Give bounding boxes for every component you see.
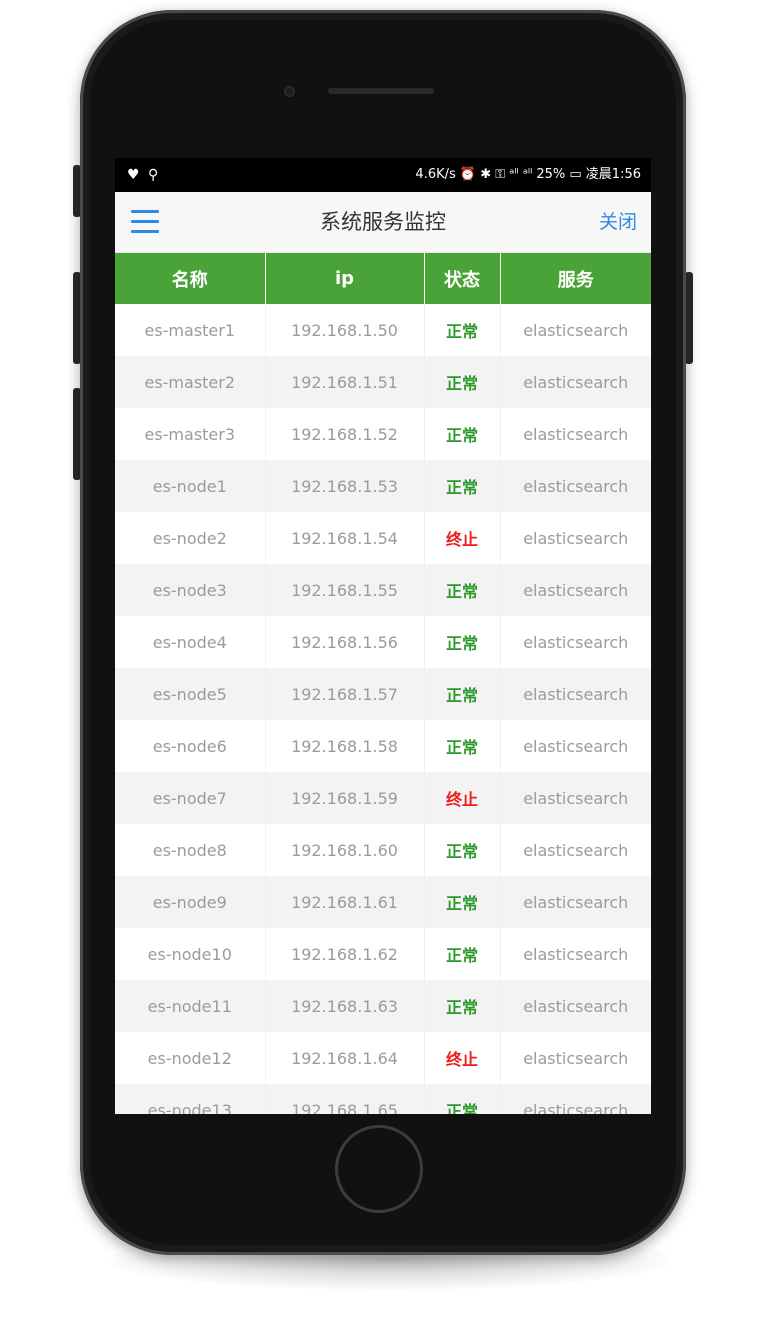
- cell-ip: 192.168.1.64: [265, 1032, 425, 1084]
- cell-ip: 192.168.1.54: [265, 512, 425, 564]
- table-row[interactable]: es-master1 192.168.1.50 正常 elasticsearch: [115, 304, 651, 356]
- cell-name: es-node4: [115, 616, 266, 668]
- cell-status: 正常: [424, 668, 501, 720]
- cell-ip: 192.168.1.61: [265, 876, 425, 928]
- status-right-info: 4.6K/s ⏰ ✱ ⚿ ᵃˡˡ ᵃˡˡ 25% ▭ 凌晨1:56: [415, 167, 641, 182]
- column-header-name: 名称: [115, 253, 266, 304]
- cell-status: 正常: [424, 460, 501, 512]
- earpiece-speaker: [328, 88, 434, 94]
- table-row[interactable]: es-node3 192.168.1.55 正常 elasticsearch: [115, 564, 651, 616]
- cell-service: elasticsearch: [500, 720, 651, 772]
- column-header-status: 状态: [424, 253, 501, 304]
- cell-service: elasticsearch: [500, 668, 651, 720]
- cell-status: 正常: [424, 720, 501, 772]
- cell-service: elasticsearch: [500, 408, 651, 460]
- cell-service: elasticsearch: [500, 1032, 651, 1084]
- cell-service: elasticsearch: [500, 876, 651, 928]
- table-row[interactable]: es-node9 192.168.1.61 正常 elasticsearch: [115, 876, 651, 928]
- cell-name: es-node2: [115, 512, 266, 564]
- cell-ip: 192.168.1.57: [265, 668, 425, 720]
- cell-name: es-node5: [115, 668, 266, 720]
- front-camera: [284, 86, 295, 97]
- cell-service: elasticsearch: [500, 616, 651, 668]
- page-title: 系统服务监控: [320, 210, 446, 234]
- cell-status: 正常: [424, 564, 501, 616]
- cell-service: elasticsearch: [500, 772, 651, 824]
- table-row[interactable]: es-node6 192.168.1.58 正常 elasticsearch: [115, 720, 651, 772]
- cell-name: es-node1: [115, 460, 266, 512]
- cell-service: elasticsearch: [500, 564, 651, 616]
- column-header-ip: ip: [265, 253, 425, 304]
- cell-service: elasticsearch: [500, 928, 651, 980]
- table-row[interactable]: es-node13 192.168.1.65 正常 elasticsearch: [115, 1084, 651, 1114]
- cell-ip: 192.168.1.51: [265, 356, 425, 408]
- cell-ip: 192.168.1.50: [265, 304, 425, 356]
- cell-service: elasticsearch: [500, 1084, 651, 1114]
- cell-status: 正常: [424, 408, 501, 460]
- status-left-icons: ♥ ⚲: [127, 167, 161, 183]
- cell-service: elasticsearch: [500, 512, 651, 564]
- cell-service: elasticsearch: [500, 304, 651, 356]
- cell-ip: 192.168.1.52: [265, 408, 425, 460]
- table-row[interactable]: es-node2 192.168.1.54 终止 elasticsearch: [115, 512, 651, 564]
- close-button[interactable]: 关闭: [599, 192, 637, 252]
- cell-service: elasticsearch: [500, 460, 651, 512]
- cell-name: es-node6: [115, 720, 266, 772]
- cell-ip: 192.168.1.65: [265, 1084, 425, 1114]
- cell-name: es-node12: [115, 1032, 266, 1084]
- cell-ip: 192.168.1.59: [265, 772, 425, 824]
- table-body: es-master1 192.168.1.50 正常 elasticsearch es-…: [115, 304, 651, 1114]
- cell-ip: 192.168.1.55: [265, 564, 425, 616]
- table-row[interactable]: es-node8 192.168.1.60 正常 elasticsearch: [115, 824, 651, 876]
- cell-status: 正常: [424, 876, 501, 928]
- cell-name: es-node9: [115, 876, 266, 928]
- table-row[interactable]: es-node10 192.168.1.62 正常 elasticsearch: [115, 928, 651, 980]
- cell-status: 正常: [424, 1084, 501, 1114]
- cell-ip: 192.168.1.62: [265, 928, 425, 980]
- cell-status: 终止: [424, 772, 501, 824]
- cell-name: es-master2: [115, 356, 266, 408]
- cell-name: es-node3: [115, 564, 266, 616]
- cell-status: 终止: [424, 1032, 501, 1084]
- cell-name: es-node10: [115, 928, 266, 980]
- cell-status: 正常: [424, 616, 501, 668]
- cell-service: elasticsearch: [500, 980, 651, 1032]
- cell-ip: 192.168.1.56: [265, 616, 425, 668]
- cell-status: 正常: [424, 356, 501, 408]
- column-header-service: 服务: [500, 253, 651, 304]
- phone-screen: ♥ ⚲ 4.6K/s ⏰ ✱ ⚿ ᵃˡˡ ᵃˡˡ 25% ▭ 凌晨1:56 系统…: [115, 158, 651, 1114]
- cell-ip: 192.168.1.60: [265, 824, 425, 876]
- cell-name: es-master3: [115, 408, 266, 460]
- cell-name: es-node11: [115, 980, 266, 1032]
- app-header: 系统服务监控 关闭: [115, 192, 651, 253]
- service-table: 名称 ip 状态 服务 es-master1 192.168.1.50 正常 elas…: [115, 253, 651, 1114]
- table-header-row: 名称 ip 状态 服务: [115, 253, 651, 304]
- cell-ip: 192.168.1.53: [265, 460, 425, 512]
- table-row[interactable]: es-node11 192.168.1.63 正常 elasticsearch: [115, 980, 651, 1032]
- cell-name: es-node13: [115, 1084, 266, 1114]
- cell-name: es-node7: [115, 772, 266, 824]
- cell-status: 正常: [424, 304, 501, 356]
- cell-service: elasticsearch: [500, 356, 651, 408]
- table-row[interactable]: es-node5 192.168.1.57 正常 elasticsearch: [115, 668, 651, 720]
- home-button[interactable]: [335, 1125, 423, 1213]
- cell-status: 终止: [424, 512, 501, 564]
- status-bar: ♥ ⚲ 4.6K/s ⏰ ✱ ⚿ ᵃˡˡ ᵃˡˡ 25% ▭ 凌晨1:56: [115, 158, 651, 192]
- table-row[interactable]: es-master2 192.168.1.51 正常 elasticsearch: [115, 356, 651, 408]
- cell-status: 正常: [424, 928, 501, 980]
- cell-ip: 192.168.1.58: [265, 720, 425, 772]
- cell-name: es-node8: [115, 824, 266, 876]
- cell-status: 正常: [424, 980, 501, 1032]
- table-row[interactable]: es-node7 192.168.1.59 终止 elasticsearch: [115, 772, 651, 824]
- cell-ip: 192.168.1.63: [265, 980, 425, 1032]
- cell-status: 正常: [424, 824, 501, 876]
- cell-name: es-master1: [115, 304, 266, 356]
- power-button: [685, 272, 693, 364]
- table-row[interactable]: es-master3 192.168.1.52 正常 elasticsearch: [115, 408, 651, 460]
- table-row[interactable]: es-node1 192.168.1.53 正常 elasticsearch: [115, 460, 651, 512]
- table-row[interactable]: es-node4 192.168.1.56 正常 elasticsearch: [115, 616, 651, 668]
- cell-service: elasticsearch: [500, 824, 651, 876]
- table-row[interactable]: es-node12 192.168.1.64 终止 elasticsearch: [115, 1032, 651, 1084]
